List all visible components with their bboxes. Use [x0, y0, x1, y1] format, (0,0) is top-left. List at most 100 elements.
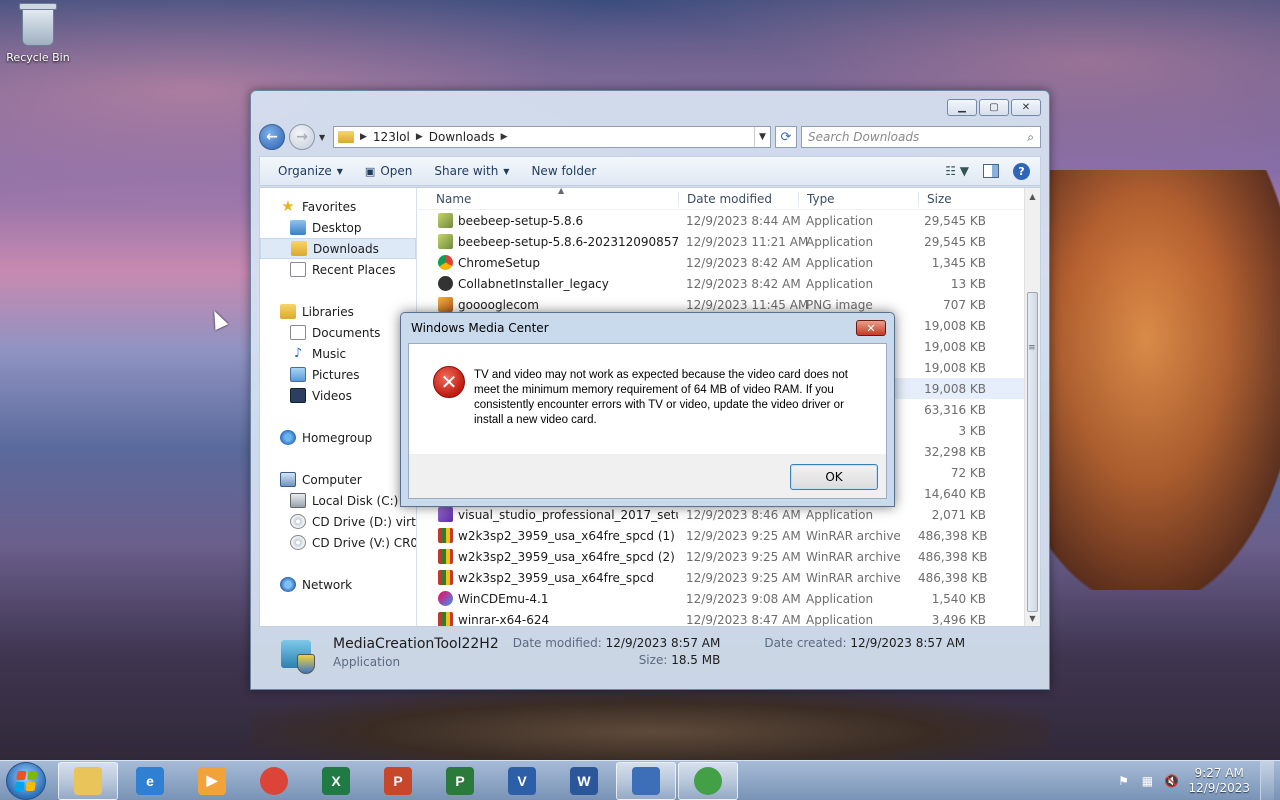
excel-icon: X	[322, 766, 350, 795]
open-button[interactable]: ▣ Open	[357, 161, 420, 181]
file-type: Application	[806, 234, 874, 249]
file-row[interactable]: ChromeSetup 12/9/2023 8:42 AM Application 1…	[418, 252, 1024, 273]
breadcrumb-item-user[interactable]: 123lol	[373, 130, 410, 144]
powerpoint-icon: P	[384, 766, 412, 795]
app-icon	[438, 234, 453, 249]
forward-button[interactable]: →	[289, 124, 315, 150]
search-icon[interactable]: ⌕	[1027, 130, 1034, 145]
file-size: 32,298 KB	[924, 444, 986, 459]
column-size[interactable]: Size	[918, 191, 994, 206]
nav-computer[interactable]: Computer	[260, 469, 416, 490]
recycle-bin-icon	[19, 3, 57, 46]
change-view-icon[interactable]: ☷ ▼	[945, 164, 969, 178]
scroll-down-icon[interactable]: ▼	[1025, 610, 1040, 626]
column-name[interactable]: Name	[418, 192, 678, 206]
address-dropdown-icon[interactable]: ▼	[754, 127, 770, 147]
file-date: 12/9/2023 8:46 AM	[686, 507, 801, 522]
taskbar-media-center[interactable]	[678, 761, 738, 800]
cd-drive-icon	[290, 535, 306, 550]
vertical-scrollbar[interactable]: ▲ ≡ ▼	[1024, 188, 1040, 626]
file-date: 12/9/2023 9:25 AM	[686, 570, 801, 585]
taskbar-ie[interactable]: e	[120, 762, 180, 800]
nav-homegroup[interactable]: Homegroup	[260, 427, 416, 448]
file-size: 19,008 KB	[924, 339, 986, 354]
share-with-button[interactable]: Share with ▼	[426, 161, 517, 181]
nav-libraries[interactable]: Libraries	[260, 301, 416, 322]
show-desktop-button[interactable]	[1260, 760, 1274, 800]
taskbar-powerpoint[interactable]: P	[368, 762, 428, 800]
taskbar-security[interactable]	[616, 761, 676, 800]
file-row[interactable]: beebeep-setup-5.8.6-20231209085736 12/9/2…	[418, 231, 1024, 252]
new-folder-button[interactable]: New folder	[523, 161, 604, 181]
breadcrumb-item-downloads[interactable]: Downloads	[429, 130, 495, 144]
file-row[interactable]: beebeep-setup-5.8.6 12/9/2023 8:44 AM Appl…	[418, 210, 1024, 231]
file-name-cell: winrar-x64-624	[418, 612, 678, 626]
volume-muted-icon[interactable]: 🔇	[1164, 774, 1179, 788]
back-button[interactable]: ←	[259, 124, 285, 150]
file-size: 1,540 KB	[931, 591, 986, 606]
clock-date: 12/9/2023	[1188, 780, 1250, 795]
nav-cd-drive-v[interactable]: CD Drive (V:) CR0SP2	[260, 532, 416, 553]
libraries-icon	[280, 304, 296, 319]
nav-downloads[interactable]: Downloads	[260, 238, 416, 259]
scroll-up-icon[interactable]: ▲	[1025, 188, 1040, 204]
nav-local-disk[interactable]: Local Disk (C:)	[260, 490, 416, 511]
nav-documents[interactable]: Documents	[260, 322, 416, 343]
taskbar-media-player[interactable]: ▶	[182, 762, 242, 800]
action-center-flag-icon[interactable]: ⚑	[1116, 774, 1130, 788]
ok-button[interactable]: OK	[790, 464, 878, 490]
taskbar-chrome[interactable]	[244, 762, 304, 800]
recent-pages-dropdown[interactable]: ▼	[319, 133, 329, 142]
nav-favorites[interactable]: ★ Favorites	[260, 196, 416, 217]
chrome-icon	[438, 255, 453, 270]
help-icon[interactable]: ?	[1013, 162, 1030, 180]
nav-desktop[interactable]: Desktop	[260, 217, 416, 238]
file-row[interactable]: w2k3sp2_3959_usa_x64fre_spcd (1) 12/9/202…	[418, 525, 1024, 546]
scrollbar-thumb[interactable]	[1027, 292, 1038, 612]
file-name-cell: w2k3sp2_3959_usa_x64fre_spcd (1)	[418, 528, 678, 543]
system-tray: ⚑ ▦ 🔇 9:27 AM 12/9/2023	[1116, 760, 1280, 800]
nav-cd-drive-d[interactable]: CD Drive (D:) virtio-win	[260, 511, 416, 532]
clock[interactable]: 9:27 AM 12/9/2023	[1188, 766, 1250, 796]
taskbar-word[interactable]: W	[554, 762, 614, 800]
wincdemu-icon	[438, 591, 453, 606]
nav-videos[interactable]: Videos	[260, 385, 416, 406]
maximize-button[interactable]: ▢	[979, 99, 1009, 116]
nav-recent-places[interactable]: Recent Places	[260, 259, 416, 280]
close-button[interactable]: ✕	[1011, 99, 1041, 116]
nav-network[interactable]: Network	[260, 574, 416, 595]
file-row[interactable]: WinCDEmu-4.1 12/9/2023 9:08 AM Application…	[418, 588, 1024, 609]
dialog-close-button[interactable]: ✕	[856, 320, 886, 336]
search-input[interactable]: Search Downloads ⌕	[801, 126, 1041, 148]
taskbar-visio[interactable]: V	[492, 762, 552, 800]
organize-button[interactable]: Organize ▼	[270, 161, 351, 181]
chevron-down-icon: ▼	[503, 166, 510, 176]
refresh-button[interactable]: ⟳	[775, 126, 797, 148]
column-date-modified[interactable]: Date modified	[678, 191, 798, 206]
network-tray-icon[interactable]: ▦	[1140, 774, 1154, 788]
file-row[interactable]: CollabnetInstaller_legacy 12/9/2023 8:42 …	[418, 273, 1024, 294]
taskbar-project[interactable]: P	[430, 762, 490, 800]
date-created-label: Date created:	[764, 636, 847, 650]
file-name-cell: visual_studio_professional_2017_setup	[418, 507, 678, 522]
file-size: 3 KB	[958, 423, 986, 438]
file-row[interactable]: w2k3sp2_3959_usa_x64fre_spcd 12/9/2023 9:…	[418, 567, 1024, 588]
size-value: 18.5 MB	[671, 653, 721, 667]
nav-music[interactable]: ♪ Music	[260, 343, 416, 364]
file-row[interactable]: w2k3sp2_3959_usa_x64fre_spcd (2) 12/9/202…	[418, 546, 1024, 567]
address-bar[interactable]: ▶ 123lol ▶ Downloads ▶ ▼	[333, 126, 771, 148]
taskbar-excel[interactable]: X	[306, 762, 366, 800]
collabnet-icon	[438, 276, 453, 291]
nav-pictures[interactable]: Pictures	[260, 364, 416, 385]
folder-icon	[338, 131, 354, 143]
file-row[interactable]: winrar-x64-624 12/9/2023 8:47 AM Applicati…	[418, 609, 1024, 626]
taskbar-explorer[interactable]	[58, 761, 118, 800]
start-button[interactable]	[6, 761, 46, 800]
nav-label: CD Drive (D:) virtio-win	[312, 514, 417, 529]
minimize-button[interactable]: ▁	[947, 99, 977, 116]
column-type[interactable]: Type	[798, 191, 918, 206]
file-row[interactable]: visual_studio_professional_2017_setup 12/…	[418, 504, 1024, 525]
recycle-bin[interactable]: Recycle Bin	[4, 3, 72, 64]
file-name: beebeep-setup-5.8.6	[458, 213, 584, 228]
preview-pane-icon[interactable]	[983, 164, 999, 178]
